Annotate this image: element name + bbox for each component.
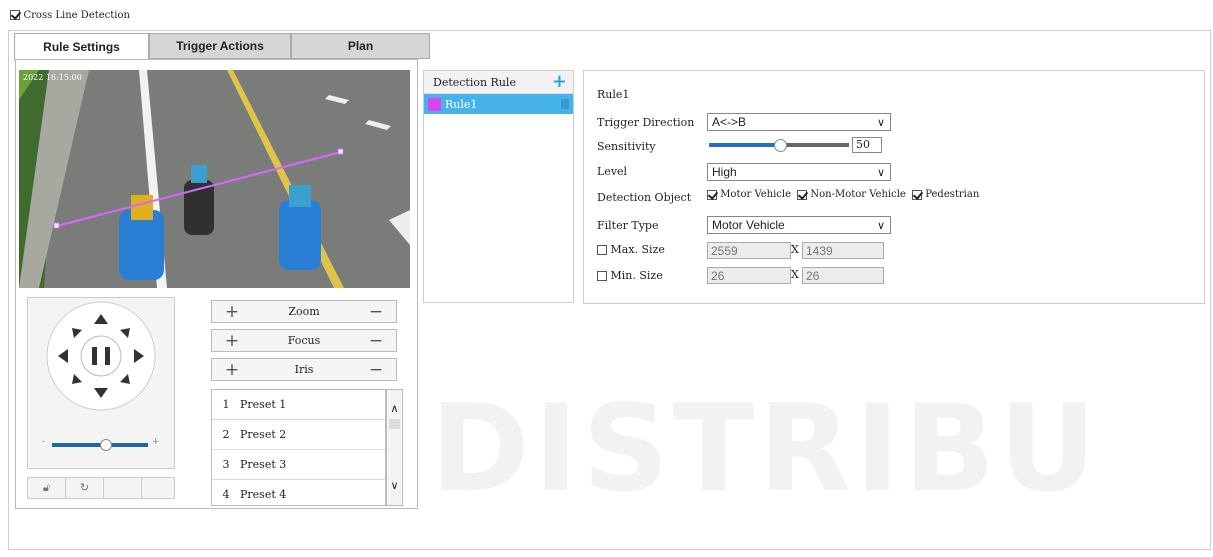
rotate-icon[interactable]: ↻ <box>66 478 104 498</box>
preset-list: 1 Preset 1 2 Preset 2 3 Preset 3 4 Preset 4 <box>211 389 386 506</box>
zoom-in-button[interactable]: + <box>212 302 252 322</box>
min-width-input[interactable]: 26 <box>707 267 791 284</box>
detection-rule-title: Detection Rule <box>433 75 516 89</box>
iris-close-button[interactable]: − <box>356 360 396 380</box>
ptz-toolbar: 🔓︎ ↻ <box>27 477 175 499</box>
speed-slider-handle[interactable] <box>99 439 112 451</box>
motor-vehicle-label: Motor Vehicle <box>720 189 792 200</box>
rule-color-swatch <box>428 97 441 111</box>
chevron-down-icon: ∨ <box>876 167 885 179</box>
video-timestamp: 2022 16:15:00 <box>23 73 82 82</box>
trigger-direction-label: Trigger Direction <box>597 116 695 129</box>
trigger-direction-select[interactable]: A<->B ∨ <box>707 113 891 131</box>
speed-max-label: + <box>152 437 160 447</box>
rule-item[interactable]: Rule1 <box>424 94 573 114</box>
rule-config-panel: Rule1 Trigger Direction A<->B ∨ Sensitivi… <box>583 70 1205 304</box>
max-size-separator: X <box>791 243 799 256</box>
min-size-label: Min. Size <box>610 269 663 282</box>
pedestrian-label: Pedestrian <box>925 189 980 200</box>
focus-far-button[interactable]: − <box>356 331 396 351</box>
ptz-direction-pad <box>46 301 156 411</box>
sensitivity-handle[interactable] <box>774 139 787 152</box>
max-width-input[interactable]: 2559 <box>707 242 791 259</box>
focus-label: Focus <box>287 334 321 347</box>
enable-cross-line-detection[interactable]: Cross Line Detection <box>10 8 130 21</box>
ptz-speed-slider[interactable]: - + <box>42 437 162 451</box>
focus-control: + Focus − <box>211 329 397 352</box>
sensitivity-slider[interactable] <box>709 139 849 152</box>
sensitivity-value-input[interactable]: 50 <box>852 137 882 153</box>
rule-item-label: Rule1 <box>445 97 478 111</box>
preset-item[interactable]: 1 Preset 1 <box>212 390 385 420</box>
detection-rule-panel: Detection Rule + Rule1 <box>423 70 574 303</box>
scroll-down-icon[interactable]: ∨ <box>387 479 402 492</box>
detection-object-label: Detection Object <box>597 191 692 204</box>
enable-checkbox[interactable] <box>10 10 20 20</box>
iris-control: + Iris − <box>211 358 397 381</box>
video-frame-image <box>19 70 410 288</box>
zoom-label: Zoom <box>288 305 320 318</box>
chevron-down-icon: ∨ <box>876 220 885 232</box>
tab-trigger-actions[interactable]: Trigger Actions <box>149 33 291 59</box>
chevron-down-icon: ∨ <box>876 117 885 129</box>
scroll-thumb[interactable] <box>389 419 400 429</box>
watermark: DISTRIBU <box>430 380 1101 519</box>
pedestrian-checkbox[interactable] <box>912 189 923 200</box>
min-size-toggle[interactable]: Min. Size <box>597 269 663 282</box>
tab-plan[interactable]: Plan <box>291 33 430 59</box>
focus-near-button[interactable]: + <box>212 331 252 351</box>
scroll-up-icon[interactable]: ∧ <box>387 402 402 415</box>
non-motor-vehicle-checkbox[interactable] <box>797 189 808 200</box>
max-size-label: Max. Size <box>610 243 665 256</box>
preset-item[interactable]: 4 Preset 4 <box>212 480 385 509</box>
zoom-control: + Zoom − <box>211 300 397 323</box>
speed-min-label: - <box>42 437 46 447</box>
preset-scrollbar[interactable]: ∧ ∨ <box>386 389 403 506</box>
filter-type-label: Filter Type <box>597 219 659 232</box>
motor-vehicle-checkbox[interactable] <box>707 189 717 200</box>
plus-icon[interactable]: + <box>552 71 567 92</box>
max-size-toggle[interactable]: Max. Size <box>597 243 665 256</box>
non-motor-vehicle-label: Non-Motor Vehicle <box>810 189 906 200</box>
max-height-input[interactable]: 1439 <box>802 242 884 259</box>
preset-item[interactable]: 2 Preset 2 <box>212 420 385 450</box>
toolbar-slot[interactable] <box>104 478 142 498</box>
detection-rule-header: Detection Rule + <box>424 71 573 94</box>
sensitivity-label: Sensitivity <box>597 140 656 153</box>
level-select[interactable]: High ∨ <box>707 163 891 181</box>
rule-name: Rule1 <box>597 88 630 101</box>
tab-rule-settings[interactable]: Rule Settings <box>14 33 149 60</box>
iris-open-button[interactable]: + <box>212 360 252 380</box>
zoom-out-button[interactable]: − <box>356 302 396 322</box>
min-size-checkbox[interactable] <box>597 271 607 281</box>
lock-icon[interactable]: 🔓︎ <box>28 478 66 498</box>
level-label: Level <box>597 165 628 178</box>
iris-label: Iris <box>294 363 314 376</box>
enable-label: Cross Line Detection <box>23 10 130 21</box>
toolbar-slot[interactable] <box>142 478 174 498</box>
delete-icon[interactable] <box>561 99 569 109</box>
min-size-separator: X <box>791 268 799 281</box>
live-video[interactable]: 2022 16:15:00 <box>19 70 410 288</box>
max-size-checkbox[interactable] <box>597 245 607 255</box>
detection-object-options: Motor Vehicle Non-Motor Vehicle Pedestri… <box>707 189 979 200</box>
min-height-input[interactable]: 26 <box>802 267 884 284</box>
preset-item[interactable]: 3 Preset 3 <box>212 450 385 480</box>
filter-type-select[interactable]: Motor Vehicle ∨ <box>707 216 891 234</box>
